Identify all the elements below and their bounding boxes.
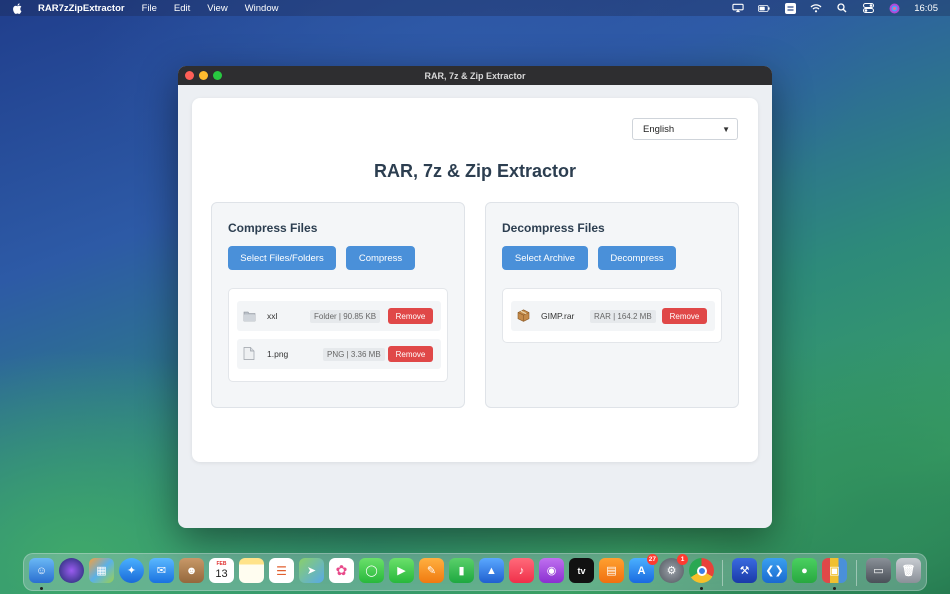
- running-indicator: [40, 587, 43, 590]
- dock-separator: [722, 560, 723, 586]
- compress-panel: Compress Files Select Files/Folders Comp…: [211, 202, 465, 408]
- finder-icon[interactable]: ☺: [29, 558, 54, 583]
- running-indicator: [833, 587, 836, 590]
- settings-badge: 1: [677, 554, 688, 565]
- reminders-icon[interactable]: ☰: [269, 558, 294, 583]
- mail-icon[interactable]: ✉: [149, 558, 174, 583]
- file-icon: [243, 347, 256, 360]
- window-minimize-button[interactable]: [199, 71, 208, 80]
- safari-icon[interactable]: ✦: [119, 558, 144, 583]
- pages-icon[interactable]: ✎: [419, 558, 444, 583]
- language-selected-value: English: [643, 123, 675, 135]
- list-item: GIMP.rar RAR | 164.2 MB Remove: [511, 301, 715, 331]
- contacts-icon[interactable]: ☻: [179, 558, 204, 583]
- remove-button[interactable]: Remove: [662, 308, 707, 324]
- menu-file[interactable]: File: [142, 3, 157, 14]
- battery-icon[interactable]: [758, 3, 770, 13]
- file-name: xxl: [267, 311, 278, 321]
- screen-mirroring-icon[interactable]: [732, 3, 744, 13]
- books-icon[interactable]: ▤: [599, 558, 624, 583]
- notes-icon[interactable]: [239, 558, 264, 583]
- music-icon[interactable]: ♪: [509, 558, 534, 583]
- vscode-icon[interactable]: ❮❯: [762, 558, 787, 583]
- text-input-icon[interactable]: [784, 2, 796, 14]
- dock-separator: [856, 560, 857, 586]
- numbers-icon[interactable]: ▮: [449, 558, 474, 583]
- app-store-icon[interactable]: A 27: [629, 554, 658, 583]
- messages-icon[interactable]: ◯: [359, 558, 384, 583]
- maps-icon[interactable]: ➤: [299, 558, 324, 583]
- wifi-icon[interactable]: [810, 3, 822, 13]
- decompress-button[interactable]: Decompress: [598, 246, 676, 270]
- running-indicator: [700, 587, 703, 590]
- window-titlebar[interactable]: RAR, 7z & Zip Extractor: [178, 66, 772, 85]
- window-close-button[interactable]: [185, 71, 194, 80]
- compress-heading: Compress Files: [228, 221, 318, 235]
- list-item: xxl Folder | 90.85 KB Remove: [237, 301, 441, 331]
- language-select[interactable]: English ▼: [632, 118, 738, 140]
- apple-tv-label: tv: [577, 565, 586, 576]
- remove-button[interactable]: Remove: [388, 308, 433, 324]
- siri-icon[interactable]: [888, 3, 900, 13]
- podcasts-icon[interactable]: ◉: [539, 558, 564, 583]
- xcode-icon[interactable]: ⚒: [732, 558, 757, 583]
- select-files-folders-button[interactable]: Select Files/Folders: [228, 246, 336, 270]
- decompress-panel: Decompress Files Select Archive Decompre…: [485, 202, 739, 408]
- main-card: English ▼ RAR, 7z & Zip Extractor Compre…: [192, 98, 758, 462]
- select-archive-button[interactable]: Select Archive: [502, 246, 588, 270]
- wechat-icon[interactable]: ●: [792, 558, 817, 583]
- trash-icon[interactable]: 🗑: [896, 558, 921, 583]
- app-store-badge: 27: [646, 554, 658, 565]
- menu-app-name[interactable]: RAR7zZipExtractor: [38, 3, 125, 14]
- dropdown-arrow-icon: ▼: [722, 125, 730, 134]
- system-settings-icon[interactable]: ⚙ 1: [659, 554, 688, 583]
- decompress-heading: Decompress Files: [502, 221, 605, 235]
- keynote-icon[interactable]: ▲: [479, 558, 504, 583]
- spotlight-search-icon[interactable]: [836, 3, 848, 13]
- siri-icon[interactable]: [59, 558, 84, 583]
- calendar-icon[interactable]: FEB 13: [209, 558, 234, 583]
- compress-file-list: xxl Folder | 90.85 KB Remove 1.png PNG |…: [228, 288, 448, 382]
- file-name: 1.png: [267, 349, 289, 359]
- chrome-icon[interactable]: [689, 558, 714, 583]
- menu-edit[interactable]: Edit: [174, 3, 190, 14]
- file-meta: Folder | 90.85 KB: [310, 310, 381, 323]
- photos-icon[interactable]: ✿: [329, 558, 354, 583]
- menu-view[interactable]: View: [207, 3, 227, 14]
- page-title: RAR, 7z & Zip Extractor: [373, 161, 577, 181]
- calendar-month: FEB: [216, 560, 227, 567]
- list-item: 1.png PNG | 3.36 MB Remove: [237, 339, 441, 369]
- remove-button[interactable]: Remove: [388, 346, 433, 362]
- compress-button[interactable]: Compress: [346, 246, 415, 270]
- window-zoom-button[interactable]: [213, 71, 222, 80]
- file-meta: RAR | 164.2 MB: [590, 310, 656, 323]
- file-meta: PNG | 3.36 MB: [323, 348, 385, 361]
- calendar-day: 13: [215, 567, 228, 580]
- menu-clock[interactable]: 16:05: [914, 3, 938, 14]
- folder-icon: [243, 309, 256, 322]
- screenshot-folder-icon[interactable]: ▭: [866, 558, 891, 583]
- window-title: RAR, 7z & Zip Extractor: [424, 70, 526, 81]
- app-window: RAR, 7z & Zip Extractor English ▼ RAR, 7…: [178, 66, 772, 528]
- apple-tv-icon[interactable]: tv: [569, 558, 594, 583]
- control-center-icon[interactable]: [862, 3, 874, 13]
- facetime-icon[interactable]: ▶: [389, 558, 414, 583]
- dock: ☺ ▦ ✦ ✉ ☻ FEB 13 ☰ ➤ ✿ ◯ ▶ ✎ ▮ ▲ ♪ ◉ tv …: [23, 553, 927, 591]
- decompress-file-list: GIMP.rar RAR | 164.2 MB Remove: [502, 288, 722, 343]
- rar-extractor-icon[interactable]: ▣: [822, 558, 847, 583]
- apple-logo-icon[interactable]: [12, 2, 22, 14]
- archive-box-icon: [517, 309, 530, 322]
- file-name: GIMP.rar: [541, 311, 575, 321]
- launchpad-icon[interactable]: ▦: [89, 558, 114, 583]
- menu-window[interactable]: Window: [245, 3, 279, 14]
- menu-bar: RAR7zZipExtractor File Edit View Window …: [0, 0, 950, 16]
